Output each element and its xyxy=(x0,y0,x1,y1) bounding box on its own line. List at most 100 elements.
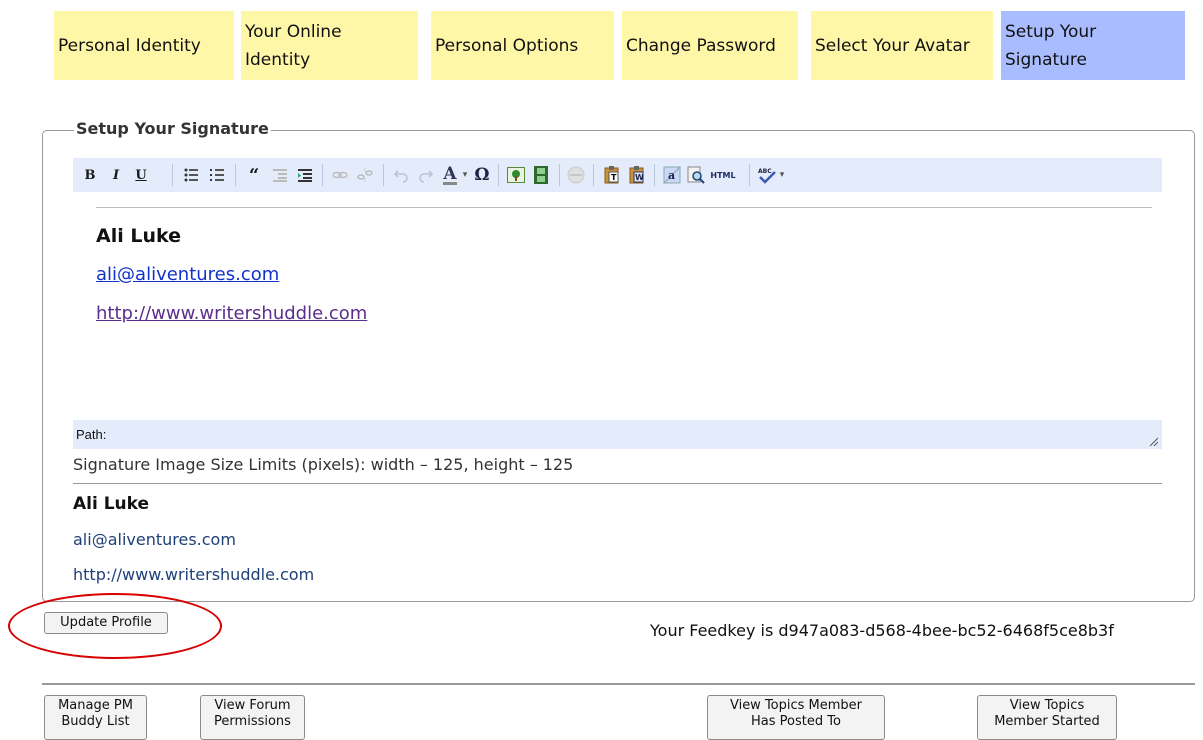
special-character-button[interactable]: Ω xyxy=(471,164,493,186)
emoticon-icon xyxy=(567,166,585,184)
editor-signature-email-link[interactable]: ali@aliventures.com xyxy=(96,264,279,285)
paste-text-button[interactable]: T xyxy=(601,164,623,186)
editor-top-rule xyxy=(96,207,1152,208)
redo-button[interactable] xyxy=(415,164,437,186)
bullet-list-button[interactable] xyxy=(180,164,202,186)
spell-replace-button[interactable]: a xyxy=(661,164,683,186)
undo-button[interactable] xyxy=(390,164,412,186)
tab-label: Setup Your Signature xyxy=(1005,21,1097,70)
preview-divider xyxy=(73,483,1162,484)
html-source-button[interactable]: HTML xyxy=(709,164,737,186)
section-legend: Setup Your Signature xyxy=(74,119,271,138)
editor-signature-name[interactable]: Ali Luke xyxy=(96,225,181,247)
button-line-2: Member Started xyxy=(994,714,1100,729)
toolbar-separator xyxy=(654,164,655,186)
spellcheck-button[interactable]: ABC xyxy=(756,164,778,186)
tab-label: Personal Options xyxy=(435,35,579,56)
find-icon xyxy=(687,166,705,184)
html-icon: HTML xyxy=(710,170,736,180)
preview-signature-email: ali@aliventures.com xyxy=(73,530,236,549)
insert-media-button[interactable] xyxy=(530,164,552,186)
toolbar-separator xyxy=(559,164,560,186)
resize-handle-icon[interactable] xyxy=(1148,436,1158,446)
preview-signature-url: http://www.writershuddle.com xyxy=(73,565,315,584)
underline-icon: U xyxy=(135,167,147,183)
find-button[interactable] xyxy=(685,164,707,186)
editor-signature-url-link[interactable]: http://www.writershuddle.com xyxy=(96,303,367,324)
insert-image-button[interactable] xyxy=(505,164,527,186)
image-icon xyxy=(507,167,525,183)
button-line-2: Permissions xyxy=(214,714,291,729)
tab-your-online-identity[interactable]: Your Online Identity xyxy=(241,11,418,80)
editor-toolbar: B I U “ A ▾ Ω T W a HTML ABC ▾ xyxy=(73,158,1162,192)
tab-label: Change Password xyxy=(626,35,776,56)
editor-path-bar: Path: xyxy=(73,420,1162,449)
tab-personal-identity[interactable]: Personal Identity xyxy=(54,11,234,80)
button-line-1: Manage PM xyxy=(58,698,133,713)
tab-change-password[interactable]: Change Password xyxy=(622,11,798,80)
manage-pm-buddy-list-button[interactable]: Manage PM Buddy List xyxy=(44,695,147,740)
bold-button[interactable]: B xyxy=(79,164,101,186)
toolbar-separator xyxy=(498,164,499,186)
preview-signature-name: Ali Luke xyxy=(73,494,150,514)
tab-personal-options[interactable]: Personal Options xyxy=(431,11,614,80)
view-topics-member-has-posted-to-button[interactable]: View Topics Member Has Posted To xyxy=(707,695,885,740)
tab-label: Personal Identity xyxy=(58,35,201,56)
numbered-list-icon xyxy=(210,169,224,181)
toolbar-separator xyxy=(749,164,750,186)
font-color-button[interactable]: A xyxy=(439,164,461,186)
bottom-divider xyxy=(42,683,1195,685)
unlink-icon xyxy=(357,168,373,182)
button-line-1: View Topics Member xyxy=(729,698,863,713)
link-icon xyxy=(332,171,348,179)
italic-button[interactable]: I xyxy=(105,164,127,186)
button-line-1: View Forum xyxy=(214,698,291,713)
tab-select-your-avatar[interactable]: Select Your Avatar xyxy=(811,11,993,80)
bullet-list-icon xyxy=(184,168,198,182)
paste-word-button[interactable]: W xyxy=(626,164,648,186)
path-label: Path: xyxy=(76,427,107,442)
outdent-button[interactable] xyxy=(269,164,291,186)
spellcheck-icon: ABC xyxy=(758,168,776,184)
spellcheck-dropdown[interactable]: ▾ xyxy=(777,164,787,186)
button-line-2: Has Posted To xyxy=(751,714,841,729)
tab-label: Select Your Avatar xyxy=(815,35,970,56)
bold-icon: B xyxy=(84,167,96,183)
italic-icon: I xyxy=(112,167,120,183)
toolbar-separator xyxy=(172,164,173,186)
view-topics-member-started-button[interactable]: View Topics Member Started xyxy=(977,695,1117,740)
indent-button[interactable] xyxy=(294,164,316,186)
blockquote-button[interactable]: “ xyxy=(243,164,265,186)
indent-icon xyxy=(298,169,312,182)
svg-text:ABC: ABC xyxy=(758,168,772,175)
highlight-circle xyxy=(8,593,222,659)
toolbar-separator xyxy=(383,164,384,186)
numbered-list-button[interactable] xyxy=(206,164,228,186)
paste-word-icon: W xyxy=(629,166,644,184)
view-forum-permissions-button[interactable]: View Forum Permissions xyxy=(200,695,305,740)
film-icon xyxy=(534,166,548,184)
replace-icon: a xyxy=(663,166,681,184)
feedkey-text: Your Feedkey is d947a083-d568-4bee-bc52-… xyxy=(650,621,1114,640)
toolbar-separator xyxy=(322,164,323,186)
underline-button[interactable]: U xyxy=(130,164,152,186)
font-color-icon: A xyxy=(443,163,457,185)
emoticon-button[interactable] xyxy=(565,164,587,186)
unlink-button[interactable] xyxy=(354,164,376,186)
undo-icon xyxy=(393,170,408,183)
svg-text:a: a xyxy=(668,169,675,182)
omega-icon: Ω xyxy=(474,165,490,185)
tab-setup-your-signature[interactable]: Setup Your Signature xyxy=(1001,11,1185,80)
signature-size-limits: Signature Image Size Limits (pixels): wi… xyxy=(73,455,574,474)
font-color-dropdown[interactable]: ▾ xyxy=(460,164,470,186)
button-line-1: View Topics xyxy=(1009,698,1085,713)
blockquote-icon: “ xyxy=(248,164,260,186)
button-line-2: Buddy List xyxy=(61,714,130,729)
toolbar-separator xyxy=(235,164,236,186)
redo-icon xyxy=(419,170,434,183)
toolbar-separator xyxy=(593,164,594,186)
svg-text:W: W xyxy=(635,173,644,182)
svg-text:T: T xyxy=(611,173,617,182)
link-button[interactable] xyxy=(329,164,351,186)
outdent-icon xyxy=(273,169,287,182)
